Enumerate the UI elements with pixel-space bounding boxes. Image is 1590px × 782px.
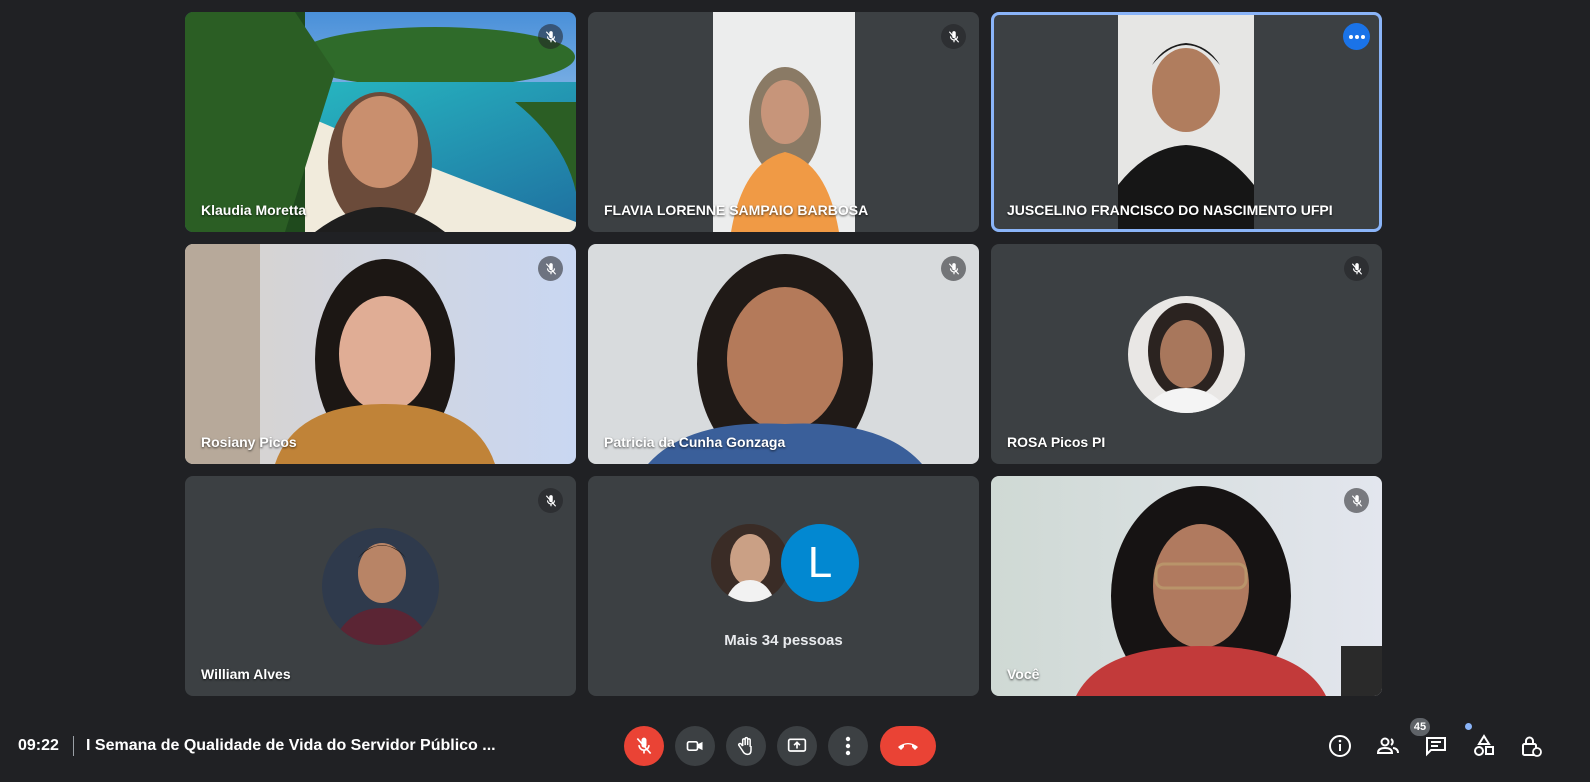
participant-video (1118, 15, 1254, 229)
participant-name: FLAVIA LORENNE SAMPAIO BARBOSA (604, 202, 869, 218)
present-screen-button[interactable] (777, 726, 817, 766)
more-participants-label: Mais 34 pessoas (724, 632, 843, 649)
avatar (322, 528, 439, 645)
meeting-title[interactable]: I Semana de Qualidade de Vida do Servido… (86, 737, 496, 755)
avatar (711, 524, 789, 602)
mic-toggle-button[interactable] (624, 726, 664, 766)
mic-off-icon (538, 24, 563, 49)
participant-tile-active-speaker[interactable]: JUSCELINO FRANCISCO DO NASCIMENTO UFPI (991, 12, 1382, 232)
initial-avatar: L (781, 524, 859, 602)
chat-icon (1426, 737, 1446, 757)
mic-off-icon (1344, 256, 1369, 281)
info-icon (1329, 735, 1351, 757)
people-button[interactable] (1368, 726, 1408, 766)
people-icon (1376, 737, 1399, 754)
hang-up-icon (898, 743, 918, 750)
more-vert-icon (845, 736, 851, 756)
host-controls-button[interactable] (1511, 726, 1551, 766)
participant-video (185, 12, 576, 232)
self-video (991, 476, 1382, 696)
camera-icon (686, 741, 703, 751)
activities-button[interactable] (1464, 726, 1504, 766)
participant-name: ROSA Picos PI (1007, 434, 1106, 450)
activities-icon (1474, 734, 1494, 756)
participant-name: William Alves (201, 666, 291, 682)
mic-off-icon (941, 256, 966, 281)
meeting-details-button[interactable] (1320, 726, 1360, 766)
present-screen-icon (787, 738, 807, 752)
participant-name: Klaudia Moretta (201, 202, 307, 218)
divider (73, 736, 74, 756)
participant-video (588, 244, 979, 464)
host-controls-icon (1522, 736, 1542, 757)
self-tile[interactable]: Você (991, 476, 1382, 696)
leave-call-button[interactable] (880, 726, 936, 766)
mic-off-icon (941, 24, 966, 49)
more-options-button[interactable] (828, 726, 868, 766)
participant-video (713, 12, 855, 232)
participant-name: Patricia da Cunha Gonzaga (604, 434, 786, 450)
raise-hand-button[interactable] (726, 726, 766, 766)
chat-button[interactable] (1416, 726, 1456, 766)
participant-name: JUSCELINO FRANCISCO DO NASCIMENTO UFPI (1007, 202, 1333, 218)
participant-tile[interactable]: Klaudia Moretta (185, 12, 576, 232)
mic-off-icon (636, 737, 652, 755)
beach-background-video (185, 12, 576, 232)
participant-tile[interactable]: Rosiany Picos (185, 244, 576, 464)
mic-off-icon (538, 256, 563, 281)
participant-name: Você (1007, 666, 1040, 682)
more-participants-tile[interactable]: L Mais 34 pessoas (588, 476, 979, 696)
participant-tile[interactable]: Patricia da Cunha Gonzaga (588, 244, 979, 464)
raise-hand-icon (738, 736, 752, 756)
more-options-icon[interactable] (1343, 23, 1370, 50)
participant-tile[interactable]: FLAVIA LORENNE SAMPAIO BARBOSA (588, 12, 979, 232)
mic-off-icon (538, 488, 563, 513)
mic-off-icon (1344, 488, 1369, 513)
video-grid: Klaudia Moretta FLAVIA LORENNE SAMPAIO B… (0, 0, 1590, 710)
meeting-time: 09:22 (18, 737, 59, 754)
participant-name: Rosiany Picos (201, 434, 297, 450)
control-bar: 09:22 I Semana de Qualidade de Vida do S… (0, 710, 1590, 782)
participant-tile[interactable]: ROSA Picos PI (991, 244, 1382, 464)
participant-tile[interactable]: William Alves (185, 476, 576, 696)
avatar (1128, 296, 1245, 413)
participant-video (185, 244, 576, 464)
camera-toggle-button[interactable] (675, 726, 715, 766)
